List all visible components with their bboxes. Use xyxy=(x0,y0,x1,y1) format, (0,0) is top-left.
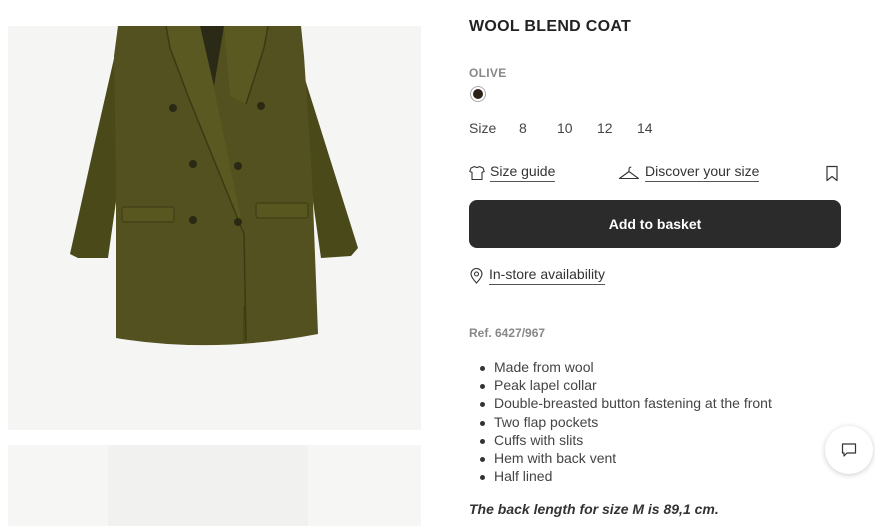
chat-icon xyxy=(841,443,857,457)
color-swatch-dot xyxy=(473,89,483,99)
feature-item: Made from wool xyxy=(480,358,772,376)
discover-size-label: Discover your size xyxy=(645,163,760,182)
size-option-8[interactable]: 8 xyxy=(519,120,527,136)
feature-item: Peak lapel collar xyxy=(480,376,772,394)
location-pin-icon xyxy=(470,267,483,284)
product-image-secondary[interactable] xyxy=(8,445,421,526)
feature-item: Half lined xyxy=(480,467,772,485)
product-image-main[interactable] xyxy=(8,26,421,430)
bookmark-icon xyxy=(826,165,838,182)
feature-item: Hem with back vent xyxy=(480,449,772,467)
feature-item: Double-breasted button fastening at the … xyxy=(480,394,772,412)
size-option-14[interactable]: 14 xyxy=(637,120,653,136)
color-swatch-olive[interactable] xyxy=(470,86,486,102)
back-length-note: The back length for size M is 89,1 cm. xyxy=(469,501,719,517)
tshirt-icon xyxy=(469,165,485,180)
feature-item: Cuffs with slits xyxy=(480,431,772,449)
size-option-10[interactable]: 10 xyxy=(557,120,573,136)
image-placeholder xyxy=(108,445,308,526)
hanger-icon xyxy=(618,166,640,179)
chat-button[interactable] xyxy=(825,426,873,474)
in-store-availability-link[interactable]: In-store availability xyxy=(470,266,605,285)
coat-illustration xyxy=(70,26,358,346)
size-label: Size xyxy=(469,120,497,136)
in-store-availability-label: In-store availability xyxy=(489,266,605,285)
size-option-12[interactable]: 12 xyxy=(597,120,613,136)
wishlist-button[interactable] xyxy=(825,165,839,187)
size-guide-link[interactable]: Size guide xyxy=(469,163,556,182)
product-reference: Ref. 6427/967 xyxy=(469,326,546,340)
color-name: OLIVE xyxy=(469,66,507,80)
add-to-basket-button[interactable]: Add to basket xyxy=(469,200,841,248)
feature-item: Two flap pockets xyxy=(480,413,772,431)
product-title: WOOL BLEND COAT xyxy=(469,18,632,35)
product-features-list: Made from wool Peak lapel collar Double-… xyxy=(480,358,772,485)
discover-size-link[interactable]: Discover your size xyxy=(618,163,760,182)
size-guide-label: Size guide xyxy=(490,163,556,182)
